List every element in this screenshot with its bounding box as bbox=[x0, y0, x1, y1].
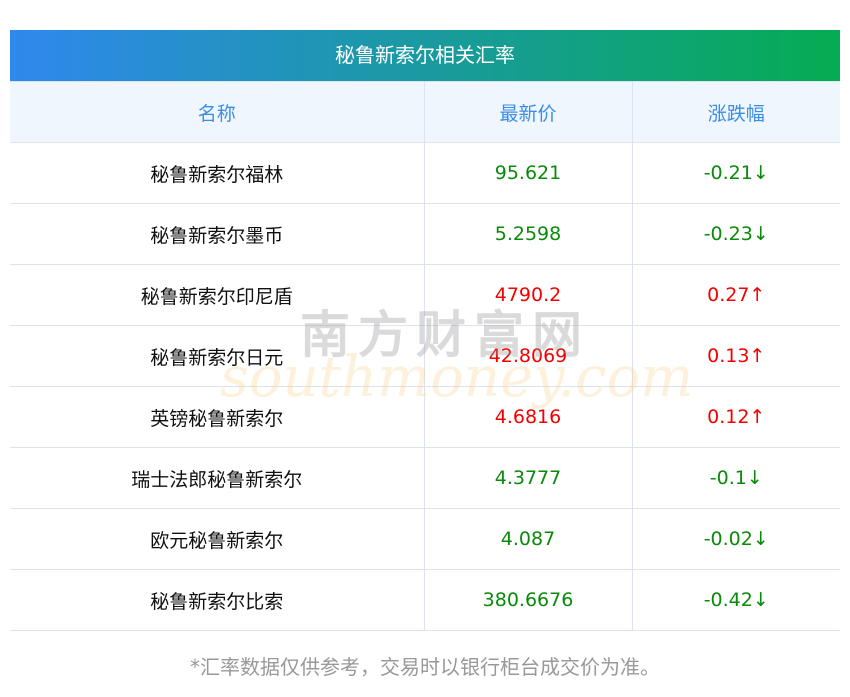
price-change: 0.13↑ bbox=[631, 325, 840, 387]
currency-pair-name[interactable]: 欧元秘鲁新索尔 bbox=[10, 508, 425, 570]
currency-pair-name[interactable]: 秘鲁新索尔印尼盾 bbox=[10, 264, 425, 326]
price-change: 0.27↑ bbox=[631, 264, 840, 326]
currency-pair-name[interactable]: 瑞士法郎秘鲁新索尔 bbox=[10, 447, 425, 509]
column-header-price: 最新价 bbox=[423, 81, 633, 143]
latest-price: 4.6816 bbox=[423, 386, 633, 448]
table-row[interactable]: 英镑秘鲁新索尔 4.6816 0.12↑ bbox=[10, 386, 840, 448]
currency-pair-name[interactable]: 英镑秘鲁新索尔 bbox=[10, 386, 425, 448]
exchange-rate-table-widget: 秘鲁新索尔相关汇率 名称 最新价 涨跌幅 秘鲁新索尔福林 95.621 -0.21↓… bbox=[10, 30, 840, 631]
price-change: -0.02↓ bbox=[631, 508, 840, 570]
price-change: -0.42↓ bbox=[631, 569, 840, 631]
table-row[interactable]: 秘鲁新索尔印尼盾 4790.2 0.27↑ bbox=[10, 264, 840, 326]
currency-pair-name[interactable]: 秘鲁新索尔日元 bbox=[10, 325, 425, 387]
table-row[interactable]: 秘鲁新索尔日元 42.8069 0.13↑ bbox=[10, 325, 840, 387]
table-row[interactable]: 瑞士法郎秘鲁新索尔 4.3777 -0.1↓ bbox=[10, 447, 840, 509]
disclaimer-footer: *汇率数据仅供参考，交易时以银行柜台成交价为准。 bbox=[190, 655, 660, 679]
currency-pair-name[interactable]: 秘鲁新索尔墨币 bbox=[10, 203, 425, 265]
table-row[interactable]: 秘鲁新索尔比索 380.6676 -0.42↓ bbox=[10, 569, 840, 631]
currency-pair-name[interactable]: 秘鲁新索尔福林 bbox=[10, 142, 425, 204]
exchange-rate-table: 名称 最新价 涨跌幅 秘鲁新索尔福林 95.621 -0.21↓ 秘鲁新索尔墨币 5.2… bbox=[10, 81, 840, 631]
table-row[interactable]: 秘鲁新索尔墨币 5.2598 -0.23↓ bbox=[10, 203, 840, 265]
table-row[interactable]: 秘鲁新索尔福林 95.621 -0.21↓ bbox=[10, 142, 840, 204]
latest-price: 95.621 bbox=[423, 142, 633, 204]
latest-price: 4790.2 bbox=[423, 264, 633, 326]
column-header-name: 名称 bbox=[10, 81, 425, 143]
latest-price: 4.087 bbox=[423, 508, 633, 570]
price-change: -0.1↓ bbox=[631, 447, 840, 509]
header-row: 名称 最新价 涨跌幅 bbox=[10, 81, 840, 143]
price-change: -0.21↓ bbox=[631, 142, 840, 204]
column-header-change: 涨跌幅 bbox=[631, 81, 840, 143]
table-row[interactable]: 欧元秘鲁新索尔 4.087 -0.02↓ bbox=[10, 508, 840, 570]
currency-pair-name[interactable]: 秘鲁新索尔比索 bbox=[10, 569, 425, 631]
price-change: -0.23↓ bbox=[631, 203, 840, 265]
price-change: 0.12↑ bbox=[631, 386, 840, 448]
table-title: 秘鲁新索尔相关汇率 bbox=[10, 30, 840, 81]
latest-price: 42.8069 bbox=[423, 325, 633, 387]
latest-price: 380.6676 bbox=[423, 569, 633, 631]
latest-price: 4.3777 bbox=[423, 447, 633, 509]
latest-price: 5.2598 bbox=[423, 203, 633, 265]
